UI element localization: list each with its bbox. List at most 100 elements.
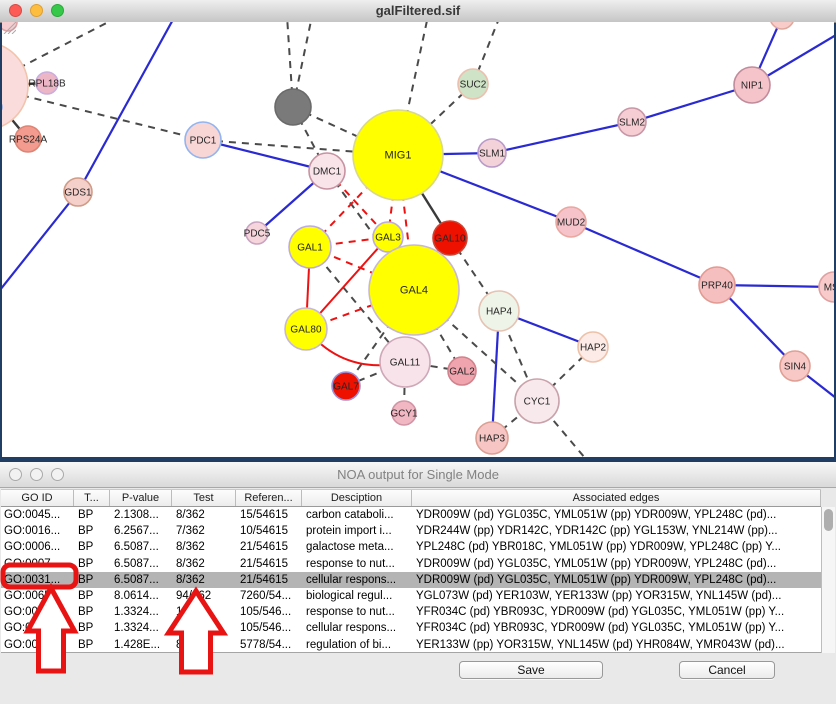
- node-label-gal80: GAL80: [290, 325, 322, 336]
- cell-reference: 21/54615: [236, 572, 302, 588]
- network-graph: RPL18BRPS24APDC1MIG1DMC1SUC2SLM1SLM2NIP1…: [2, 22, 834, 457]
- table-row-1[interactable]: GO:0016...BP6.2567...7/36210/54615protei…: [1, 523, 821, 539]
- window-title: galFiltered.sif: [0, 3, 836, 18]
- scrollbar-thumb[interactable]: [824, 509, 833, 531]
- cell-reference: 10/54615: [236, 523, 302, 539]
- cell-edges: YFR034C (pd) YBR093C, YDR009W (pd) YGL03…: [412, 604, 821, 620]
- node-label-hap2: HAP2: [580, 343, 607, 354]
- table-row-8[interactable]: GO:0050...BP1.428E...80/3625778/54...reg…: [1, 637, 821, 653]
- noa-output-window: NOA output for Single Mode GO IDT...P-va…: [0, 462, 836, 704]
- cell-type: BP: [74, 588, 110, 604]
- cell-test: 8/362: [172, 539, 236, 555]
- table-body: GO:0045...BP2.1308...8/36215/54615carbon…: [1, 507, 821, 653]
- node-label-mig1: MIG1: [385, 150, 412, 162]
- cell-p_value: 1.428E...: [110, 637, 172, 653]
- table-row-3[interactable]: GO:0007...BP6.5087...8/36221/54615respon…: [1, 556, 821, 572]
- cell-edges: YFR034C (pd) YBR093C, YDR009W (pd) YGL03…: [412, 620, 821, 636]
- edge[interactable]: [203, 140, 327, 171]
- cell-test: 80/362: [172, 637, 236, 653]
- cell-edges: YDR009W (pd) YGL035C, YML051W (pp) YDR00…: [412, 507, 821, 523]
- desktop: galFiltered.sif RPL18BRPS24APDC1MIG1DMC1…: [0, 0, 836, 704]
- cell-description: regulation of bi...: [302, 637, 412, 653]
- cell-test: 8/362: [172, 556, 236, 572]
- table-row-4[interactable]: GO:0031...BP6.5087...8/36221/54615cellul…: [1, 572, 821, 588]
- noa-titlebar[interactable]: NOA output for Single Mode: [0, 462, 836, 488]
- table-row-7[interactable]: GO:0031...BP1.3324...11/362105/546...cel…: [1, 620, 821, 636]
- table-row-6[interactable]: GO:0031...BP1.3324...11/362105/546...res…: [1, 604, 821, 620]
- table-row-5[interactable]: GO:0065...BP8.0614...94/3627260/54...bio…: [1, 588, 821, 604]
- node-label-gal10: GAL10: [434, 234, 466, 245]
- cell-type: BP: [74, 620, 110, 636]
- node-label-gal2: GAL2: [449, 367, 475, 378]
- cell-test: 94/362: [172, 588, 236, 604]
- cell-reference: 7260/54...: [236, 588, 302, 604]
- node-label-msl: MSL: [824, 283, 834, 294]
- node-label-gds1: GDS1: [64, 188, 92, 199]
- node-topnode[interactable]: [770, 22, 794, 29]
- cell-type: BP: [74, 572, 110, 588]
- cell-go_id: GO:0016...: [1, 523, 74, 539]
- network-canvas[interactable]: RPL18BRPS24APDC1MIG1DMC1SUC2SLM1SLM2NIP1…: [2, 22, 834, 457]
- cell-test: 11/362: [172, 604, 236, 620]
- node-label-pdc5: PDC5: [244, 229, 271, 240]
- cell-p_value: 2.1308...: [110, 507, 172, 523]
- node-bigleft[interactable]: [2, 42, 28, 130]
- resize-grip-icon[interactable]: [2, 22, 16, 34]
- cell-go_id: GO:0031...: [1, 604, 74, 620]
- column-header-3[interactable]: Test: [172, 490, 236, 506]
- network-window: galFiltered.sif RPL18BRPS24APDC1MIG1DMC1…: [0, 0, 836, 458]
- node-label-gcy1: GCY1: [390, 409, 418, 420]
- cell-p_value: 6.2567...: [110, 523, 172, 539]
- edge[interactable]: [2, 192, 78, 290]
- edge[interactable]: [571, 222, 717, 285]
- noa-window-title: NOA output for Single Mode: [0, 467, 836, 482]
- cell-description: galactose meta...: [302, 539, 412, 555]
- node-gray[interactable]: [275, 89, 311, 125]
- cell-type: BP: [74, 523, 110, 539]
- column-header-4[interactable]: Referen...: [236, 490, 302, 506]
- cell-p_value: 6.5087...: [110, 539, 172, 555]
- node-label-rpl18b: RPL18B: [28, 79, 66, 90]
- column-header-6[interactable]: Associated edges: [412, 490, 821, 506]
- node-label-slm2: SLM2: [619, 118, 646, 129]
- column-header-5[interactable]: Desciption: [302, 490, 412, 506]
- cell-description: biological regul...: [302, 588, 412, 604]
- cell-go_id: GO:0031...: [1, 572, 74, 588]
- network-titlebar[interactable]: galFiltered.sif: [0, 0, 836, 23]
- table-row-2[interactable]: GO:0006...BP6.5087...8/36221/54615galact…: [1, 539, 821, 555]
- save-button[interactable]: Save: [459, 661, 603, 679]
- cell-go_id: GO:0065...: [1, 588, 74, 604]
- cell-description: cellular respons...: [302, 620, 412, 636]
- cell-type: BP: [74, 507, 110, 523]
- node-label-gal3: GAL3: [375, 233, 401, 244]
- cell-reference: 105/546...: [236, 620, 302, 636]
- cell-reference: 5778/54...: [236, 637, 302, 653]
- cell-reference: 105/546...: [236, 604, 302, 620]
- cell-test: 7/362: [172, 523, 236, 539]
- cell-type: BP: [74, 604, 110, 620]
- cell-p_value: 1.3324...: [110, 604, 172, 620]
- node-label-rps24a: RPS24A: [9, 135, 48, 146]
- cell-edges: YDR009W (pd) YGL035C, YML051W (pp) YDR00…: [412, 572, 821, 588]
- column-header-0[interactable]: GO ID: [1, 490, 74, 506]
- cell-description: protein import i...: [302, 523, 412, 539]
- edge[interactable]: [492, 122, 632, 153]
- node-label-gal1: GAL1: [297, 243, 323, 254]
- cell-type: BP: [74, 556, 110, 572]
- edge[interactable]: [78, 22, 175, 192]
- column-header-2[interactable]: P-value: [110, 490, 172, 506]
- table-row-0[interactable]: GO:0045...BP2.1308...8/36215/54615carbon…: [1, 507, 821, 523]
- cell-edges: YDR009W (pd) YGL035C, YML051W (pp) YDR00…: [412, 556, 821, 572]
- cell-description: carbon cataboli...: [302, 507, 412, 523]
- column-header-1[interactable]: T...: [74, 490, 110, 506]
- cancel-button[interactable]: Cancel: [679, 661, 775, 679]
- vertical-scrollbar[interactable]: [821, 507, 835, 653]
- edge[interactable]: [632, 85, 752, 122]
- cell-go_id: GO:0050...: [1, 637, 74, 653]
- cell-go_id: GO:0007...: [1, 556, 74, 572]
- cell-edges: YDR244W (pp) YDR142C, YDR142C (pp) YGL15…: [412, 523, 821, 539]
- node-label-sin4: SIN4: [784, 362, 807, 373]
- cell-reference: 15/54615: [236, 507, 302, 523]
- node-label-cyc1: CYC1: [524, 397, 551, 408]
- node-label-gal7: GAL7: [333, 382, 359, 393]
